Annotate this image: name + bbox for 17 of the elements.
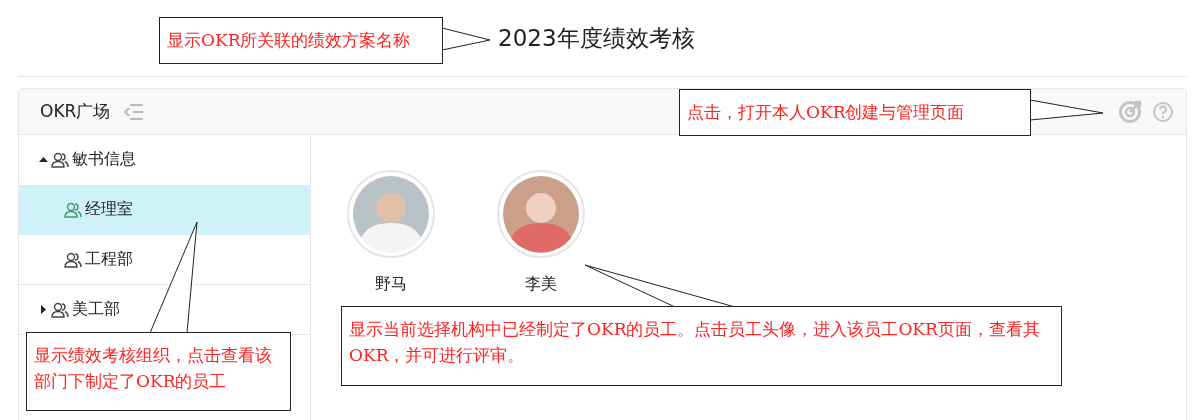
tree-item[interactable]: 敏书信息 [19,135,310,185]
caret-icon[interactable] [39,305,48,314]
employee-name: 野马 [375,274,407,295]
group-icon [64,251,82,268]
help-icon[interactable] [1152,100,1174,123]
group-icon [64,201,82,218]
callout-pointer [441,27,491,51]
page-title: 2023年度绩效考核 [498,23,695,53]
target-icon[interactable] [1118,99,1142,124]
tree-item[interactable]: 经理室 [19,185,310,235]
collapse-menu-icon[interactable] [122,102,145,121]
callout: 点击，打开本人OKR创建与管理页面 [679,89,1031,136]
group-icon [51,151,69,168]
caret-icon[interactable] [39,155,48,164]
panel-title: OKR广场 [40,100,111,123]
group-icon [51,301,69,318]
employee-name: 李美 [525,274,557,295]
